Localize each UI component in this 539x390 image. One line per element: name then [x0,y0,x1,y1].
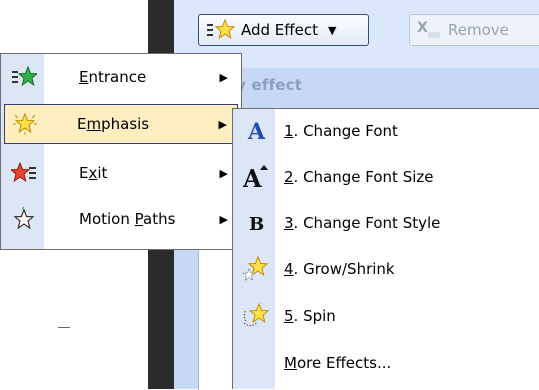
submenu-arrow-icon: ▶ [219,166,228,180]
bold-b-icon: B [236,203,276,243]
svg-text:X: X [417,20,428,36]
red-star-icon [4,153,44,193]
submenu-arrow-icon: ▶ [219,212,228,226]
font-a-icon: A [236,111,276,151]
menu-item-emphasis[interactable]: Emphasis ▶ [4,104,238,144]
remove-label: Remove [448,21,509,39]
font-size-a-icon: A [236,157,276,197]
emphasis-submenu: A 1. Change Font A 2. Change Font Size B… [232,108,539,389]
add-effect-button[interactable]: Add Effect ▼ [198,14,369,46]
add-effect-star-icon [205,18,235,42]
submenu-arrow-icon: ▶ [219,70,228,84]
remove-x-icon: X [416,18,442,42]
menu-item-exit[interactable]: Exit ▶ [4,153,238,193]
menu-item-grow-shrink[interactable]: 4. Grow/Shrink [236,249,536,289]
menu-item-motion-paths[interactable]: Motion Paths ▶ [4,199,238,239]
spin-star-icon [236,296,276,336]
svg-text:A: A [247,119,266,143]
remove-button[interactable]: X Remove [409,14,539,46]
menu-item-entrance[interactable]: Entrance ▶ [4,57,238,97]
svg-text:A: A [242,164,262,190]
green-star-icon [4,57,44,97]
chevron-down-icon: ▼ [327,23,337,37]
menu-item-more-effects[interactable]: More Effects... [236,343,536,383]
menu-item-change-font-style[interactable]: B 3. Change Font Style [236,203,536,243]
svg-text:B: B [249,214,264,235]
menu-item-change-font[interactable]: A 1. Change Font [236,111,536,151]
grow-star-icon [236,249,276,289]
yellow-star-icon [5,104,45,144]
effect-list-connector [58,327,70,328]
menu-item-spin[interactable]: 5. Spin [236,296,536,336]
effect-type-menu: Entrance ▶ Emphasis ▶ Exit ▶ Motion Path… [0,53,242,250]
submenu-arrow-icon: ▶ [218,117,227,131]
outline-star-icon [4,199,44,239]
add-effect-label: Add Effect [241,21,318,39]
menu-item-change-font-size[interactable]: A 2. Change Font Size [236,157,536,197]
